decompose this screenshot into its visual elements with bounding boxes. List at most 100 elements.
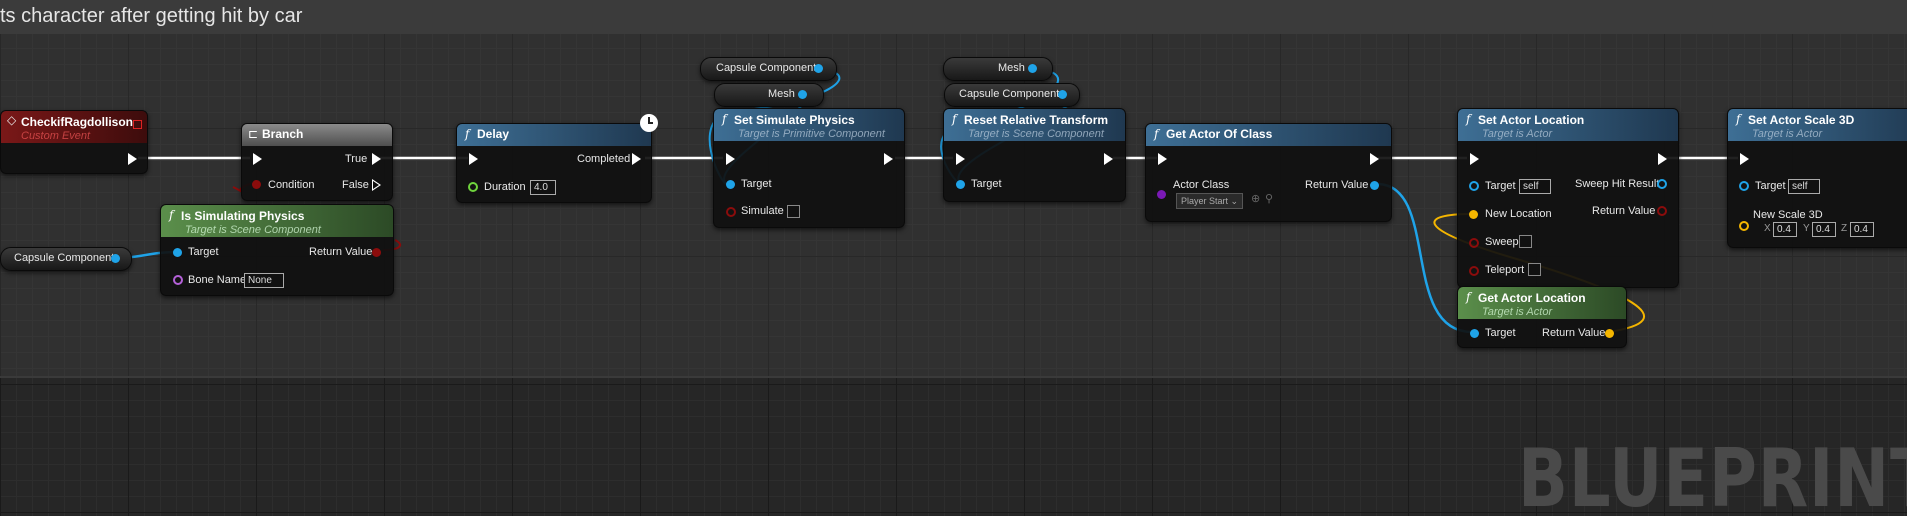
function-icon: f	[1466, 112, 1471, 126]
exec-out-pin[interactable]	[1658, 153, 1667, 165]
sweep-hit-result-label: Sweep Hit Result	[1575, 178, 1660, 190]
false-exec-pin[interactable]	[372, 179, 381, 191]
node-title: Get Actor Of Class	[1166, 127, 1273, 141]
mesh-variable[interactable]: Mesh	[943, 57, 1053, 81]
simulate-checkbox[interactable]	[787, 205, 800, 218]
comment-title-bar[interactable]: ts character after getting hit by car	[0, 0, 1907, 34]
scale-x-field[interactable]: 0.4	[1773, 222, 1797, 237]
node-header[interactable]: f Delay	[457, 124, 651, 146]
node-header[interactable]: f Set Actor Location Target is Actor	[1458, 109, 1678, 141]
duration-pin[interactable]	[468, 182, 478, 192]
target-pin[interactable]	[1469, 181, 1479, 191]
node-header[interactable]: f Get Actor Location Target is Actor	[1458, 287, 1626, 319]
get-actor-location-node[interactable]: f Get Actor Location Target is Actor Tar…	[1457, 286, 1627, 348]
delay-node[interactable]: f Delay Completed Duration 4.0	[456, 114, 658, 203]
get-actor-of-class-node[interactable]: f Get Actor Of Class Actor Class Player …	[1145, 123, 1392, 222]
set-actor-scale-3d-node[interactable]: f Set Actor Scale 3D Target is Actor Tar…	[1727, 108, 1907, 248]
true-exec-pin[interactable]	[372, 153, 381, 165]
return-value-pin[interactable]	[372, 248, 381, 257]
set-actor-location-node[interactable]: f Set Actor Location Target is Actor Tar…	[1457, 108, 1679, 288]
node-header[interactable]: f Set Simulate Physics Target is Primiti…	[714, 109, 904, 141]
node-header[interactable]: ⊏ Branch	[242, 124, 392, 146]
bone-name-pin[interactable]	[173, 275, 183, 285]
sweep-pin[interactable]	[1469, 238, 1479, 248]
new-location-pin[interactable]	[1469, 210, 1478, 219]
target-label: Target	[741, 178, 772, 190]
target-field[interactable]: self	[1788, 179, 1820, 194]
scale-y-field[interactable]: 0.4	[1812, 222, 1836, 237]
node-title: Set Simulate Physics	[734, 113, 855, 127]
exec-out-pin[interactable]	[1370, 153, 1379, 165]
actor-class-dropdown[interactable]: Player Start ⌄	[1176, 193, 1244, 209]
condition-pin[interactable]	[252, 180, 261, 189]
node-title: Branch	[262, 127, 304, 141]
exec-in-pin[interactable]	[253, 153, 262, 165]
mesh-variable[interactable]: Mesh	[714, 83, 824, 107]
teleport-checkbox[interactable]	[1528, 263, 1541, 276]
node-header[interactable]: f Reset Relative Transform Target is Sce…	[944, 109, 1125, 141]
exec-in-pin[interactable]	[1158, 153, 1167, 165]
sweep-checkbox[interactable]	[1519, 235, 1532, 248]
variable-output-pin[interactable]	[798, 90, 807, 99]
node-header[interactable]: f Is Simulating Physics Target is Scene …	[161, 205, 393, 237]
use-selected-icon[interactable]: ⊕	[1251, 192, 1260, 205]
target-pin[interactable]	[1739, 181, 1749, 191]
duration-field[interactable]: 4.0	[530, 180, 556, 195]
capsule-component-variable[interactable]: Capsule Component	[0, 247, 132, 271]
capsule-component-variable[interactable]: Capsule Component	[944, 83, 1080, 107]
scale-z-field[interactable]: 0.4	[1850, 222, 1874, 237]
exec-in-pin[interactable]	[469, 153, 478, 165]
node-header[interactable]: f Set Actor Scale 3D Target is Actor	[1728, 109, 1907, 141]
teleport-pin[interactable]	[1469, 266, 1479, 276]
return-value-label: Return Value	[1542, 327, 1606, 339]
target-pin[interactable]	[726, 180, 735, 189]
return-value-pin[interactable]	[1605, 329, 1614, 338]
target-pin[interactable]	[173, 248, 182, 257]
function-icon: f	[1154, 127, 1159, 141]
new-scale-3d-pin[interactable]	[1739, 221, 1749, 231]
simulate-pin[interactable]	[726, 207, 736, 217]
node-subtitle: Target is Primitive Component	[738, 128, 885, 140]
function-icon: f	[722, 112, 727, 126]
custom-event-node[interactable]: ◇ CheckifRagdollison Custom Event	[0, 110, 148, 174]
return-value-label: Return Value	[1592, 205, 1656, 217]
target-pin[interactable]	[1470, 329, 1479, 338]
actor-class-label: Actor Class	[1173, 179, 1230, 191]
exec-in-pin[interactable]	[1740, 153, 1749, 165]
node-header[interactable]: f Get Actor Of Class	[1146, 124, 1391, 146]
capsule-component-variable[interactable]: Capsule Component	[700, 57, 837, 81]
node-title: Is Simulating Physics	[181, 209, 305, 223]
bone-name-field[interactable]: None	[244, 273, 284, 288]
browse-search-icon[interactable]: ⚲	[1265, 192, 1273, 205]
variable-output-pin[interactable]	[111, 254, 120, 263]
completed-exec-pin[interactable]	[632, 153, 641, 165]
exec-in-pin[interactable]	[956, 153, 965, 165]
variable-output-pin[interactable]	[814, 64, 823, 73]
variable-output-pin[interactable]	[1058, 90, 1067, 99]
is-simulating-physics-node[interactable]: f Is Simulating Physics Target is Scene …	[160, 204, 394, 296]
target-pin[interactable]	[956, 180, 965, 189]
branch-node[interactable]: ⊏ Branch True Condition False	[241, 123, 393, 201]
function-icon: f	[169, 208, 174, 222]
return-value-pin[interactable]	[1657, 206, 1667, 216]
exec-out-pin[interactable]	[1104, 153, 1113, 165]
reset-relative-transform-node[interactable]: f Reset Relative Transform Target is Sce…	[943, 108, 1126, 202]
x-axis-label: X	[1764, 223, 1771, 234]
delegate-pin[interactable]	[133, 120, 142, 129]
exec-in-pin[interactable]	[1470, 153, 1479, 165]
set-simulate-physics-node[interactable]: f Set Simulate Physics Target is Primiti…	[713, 108, 905, 228]
exec-out-pin[interactable]	[128, 153, 137, 165]
actor-class-pin[interactable]	[1157, 190, 1166, 199]
y-axis-label: Y	[1803, 223, 1810, 234]
target-label: Target	[1755, 180, 1786, 192]
false-label: False	[342, 179, 369, 191]
exec-out-pin[interactable]	[884, 153, 893, 165]
variable-output-pin[interactable]	[1028, 64, 1037, 73]
node-subtitle: Target is Actor	[1482, 306, 1553, 318]
node-header[interactable]: ◇ CheckifRagdollison Custom Event	[1, 111, 147, 143]
sweep-hit-result-pin[interactable]	[1657, 179, 1667, 189]
exec-in-pin[interactable]	[726, 153, 735, 165]
target-field[interactable]: self	[1519, 179, 1551, 194]
blueprint-graph-canvas[interactable]: ts character after getting hit by car BL…	[0, 0, 1907, 516]
return-value-pin[interactable]	[1370, 181, 1379, 190]
